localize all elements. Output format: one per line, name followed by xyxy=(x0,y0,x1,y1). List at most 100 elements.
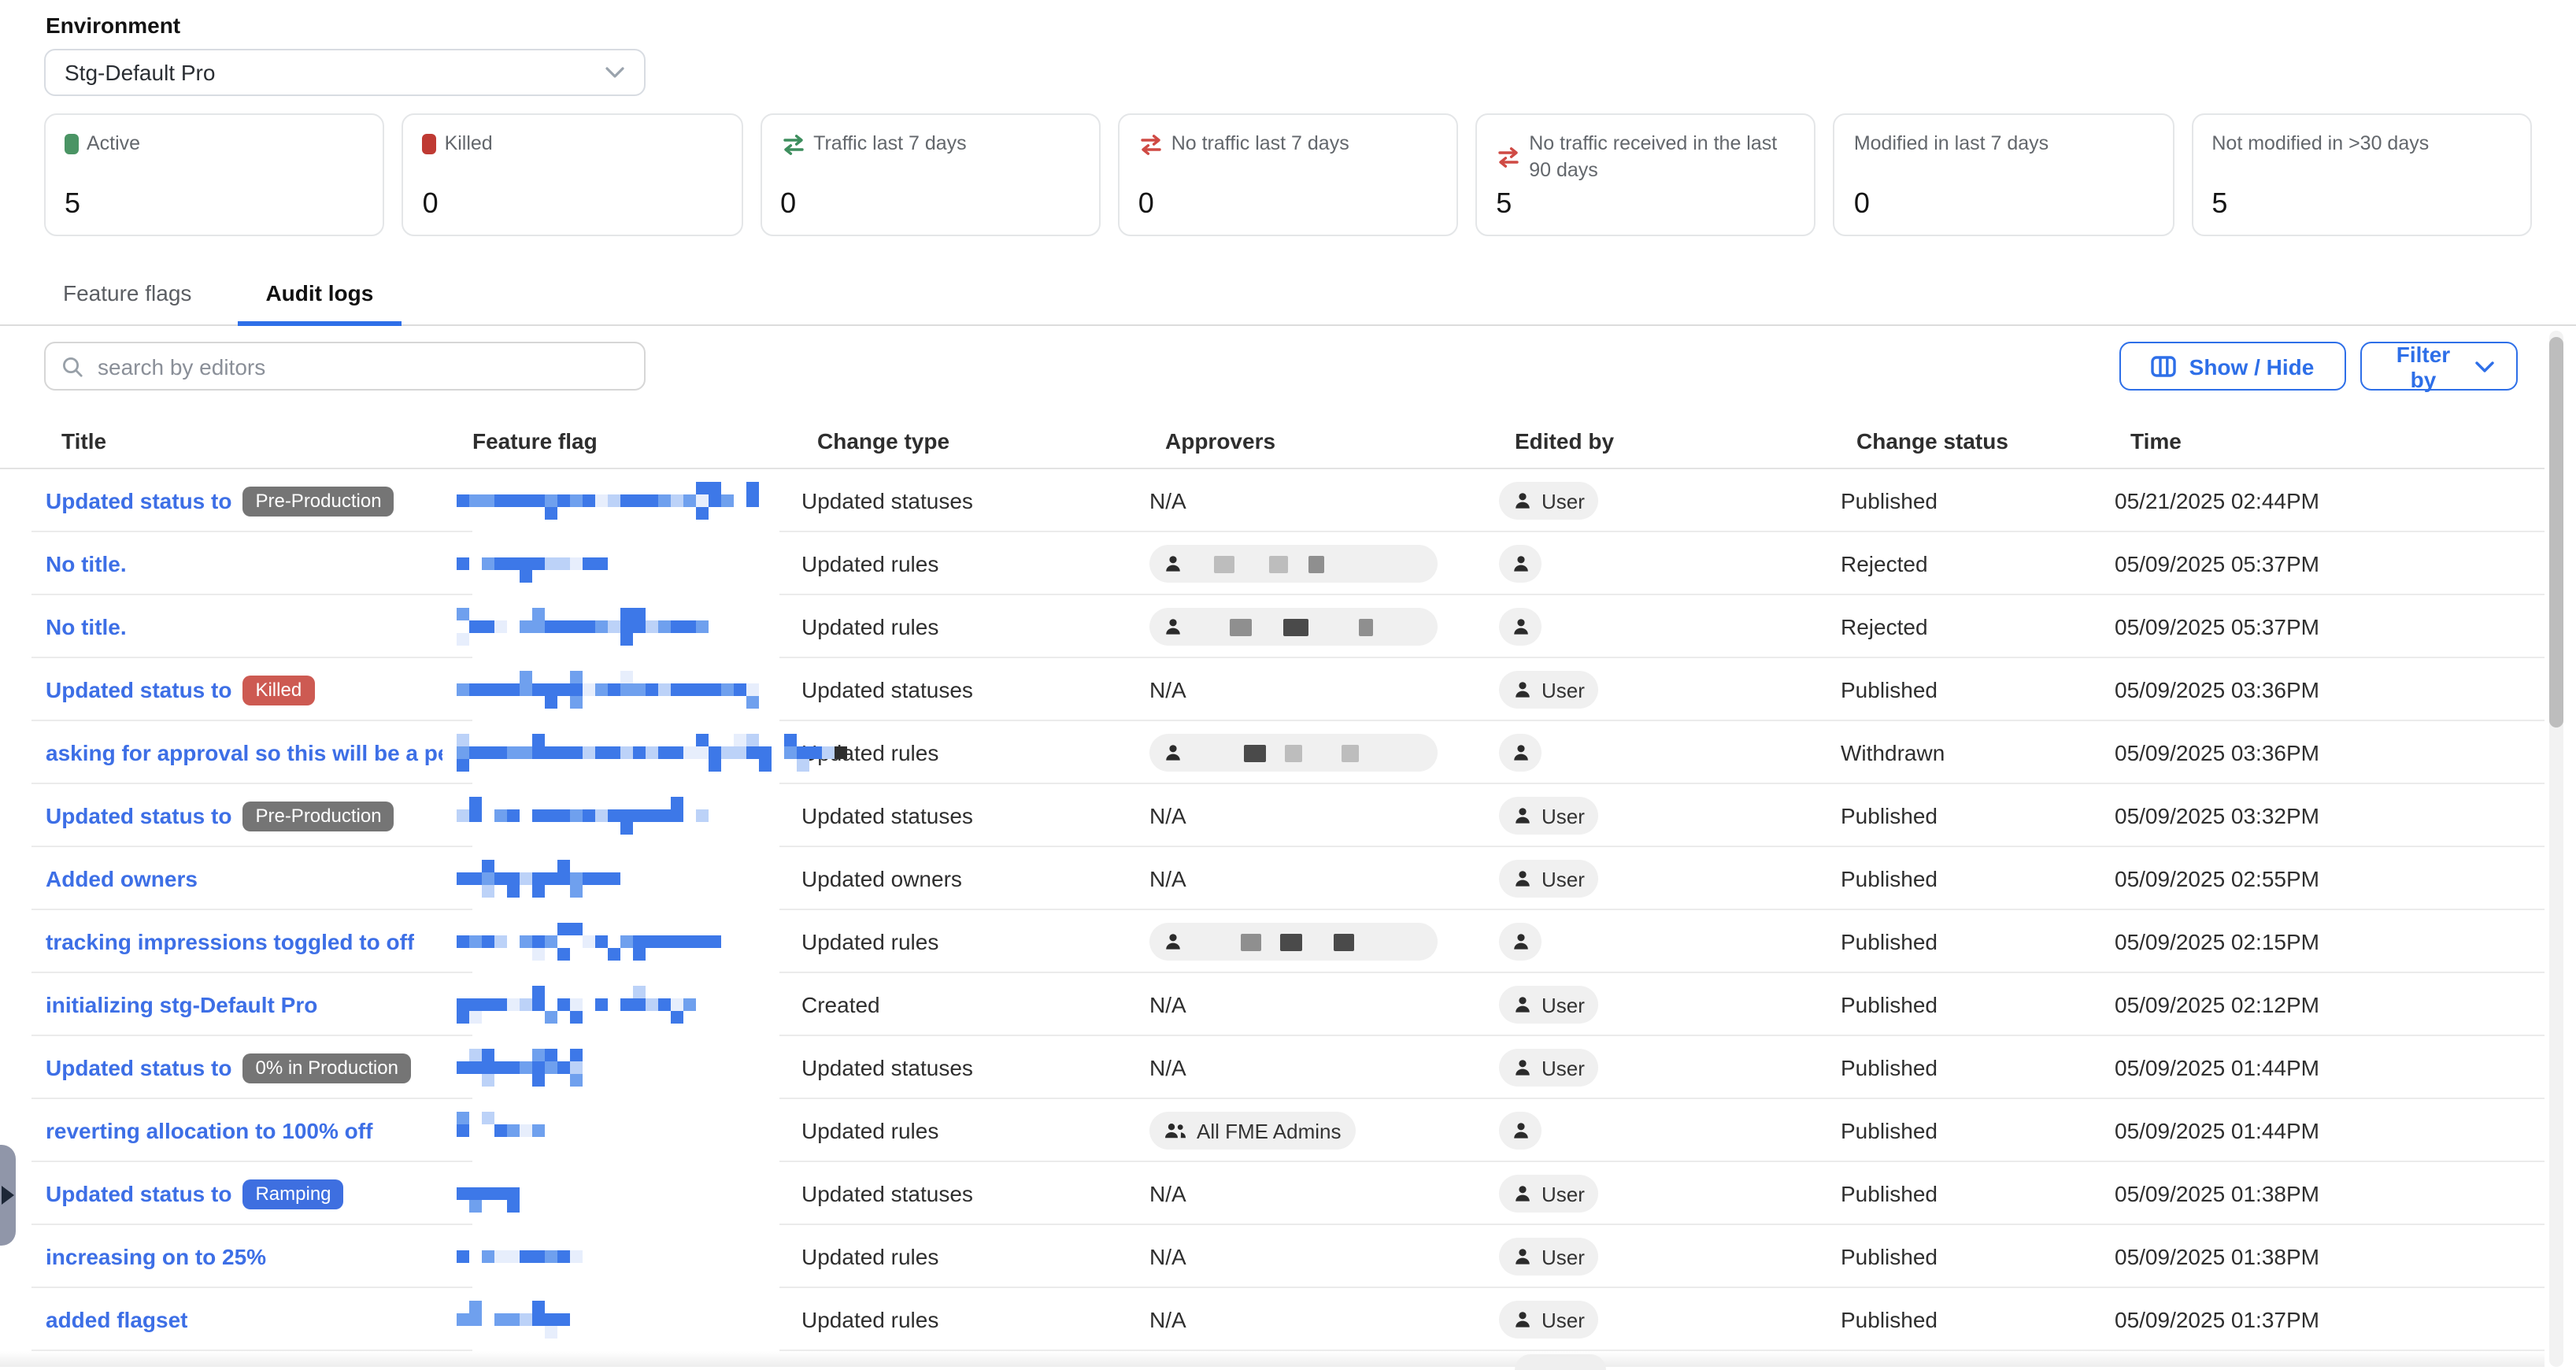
status-badge: Pre-Production xyxy=(242,801,394,831)
time: 05/09/2025 02:15PM xyxy=(2115,929,2545,954)
title-link[interactable]: Added owners xyxy=(46,866,198,891)
feature-flag-cell xyxy=(457,795,801,836)
title-link[interactable]: Updated status to xyxy=(46,1055,231,1080)
approvers-cell xyxy=(1149,545,1499,583)
edited-by-label: User xyxy=(1542,678,1585,702)
feature-flag-cell xyxy=(457,669,801,710)
feature-flag-redacted xyxy=(457,1299,570,1340)
title-link[interactable]: increasing on to 25% xyxy=(46,1244,266,1269)
title-link[interactable]: No title. xyxy=(46,551,127,576)
title-link[interactable]: asking for approval so this will be a pe xyxy=(46,740,442,765)
show-hide-button[interactable]: Show / Hide xyxy=(2119,342,2346,391)
title-cell: reverting allocation to 100% off xyxy=(30,1118,457,1143)
approvers-na: N/A xyxy=(1149,1181,1186,1206)
title-cell: added flagset xyxy=(30,1307,457,1332)
columns-icon xyxy=(2152,354,2177,378)
approvers-cell: N/A xyxy=(1149,866,1499,891)
feature-flag-redacted xyxy=(457,1173,532,1214)
stat-label-row: Modified in last 7 days xyxy=(1854,131,2160,157)
title-link[interactable]: Updated status to xyxy=(46,677,231,702)
approvers-cell: N/A xyxy=(1149,803,1499,828)
approvers-redacted-pill xyxy=(1149,608,1438,646)
tab-feature-flags[interactable]: Feature flags xyxy=(35,261,220,324)
feature-flag-redacted xyxy=(457,921,721,962)
title-link[interactable]: reverting allocation to 100% off xyxy=(46,1118,372,1143)
approvers-group-pill: All FME Admins xyxy=(1149,1112,1356,1150)
status-badge: Pre-Production xyxy=(242,486,394,516)
feature-flag-cell xyxy=(457,480,801,521)
title-cell: increasing on to 25% xyxy=(30,1244,457,1269)
stat-card: Killed0 xyxy=(402,113,743,236)
change-type: Updated statuses xyxy=(801,1055,1149,1080)
group-icon xyxy=(1164,1121,1187,1140)
bottom-fade xyxy=(0,1351,2545,1367)
stat-label-row: No traffic last 7 days xyxy=(1138,131,1445,157)
feature-flag-cell xyxy=(457,543,801,584)
title-cell: Updated status to Pre-Production xyxy=(30,801,457,831)
edited-by-label: User xyxy=(1542,867,1585,890)
change-status: Published xyxy=(1841,992,2115,1017)
column-header-change-status: Change status xyxy=(1856,428,2130,453)
filter-by-button[interactable]: Filter by xyxy=(2360,342,2518,391)
title-link[interactable]: Updated status to xyxy=(46,1181,231,1206)
approvers-na: N/A xyxy=(1149,488,1186,513)
stat-card: No traffic received in the last 90 days5 xyxy=(1475,113,1816,236)
table-row: asking for approval so this will be a pe… xyxy=(0,721,2545,784)
tabs: Feature flags Audit logs xyxy=(0,261,2576,326)
change-status: Withdrawn xyxy=(1841,740,2115,765)
feature-flag-redacted xyxy=(457,543,606,584)
edited-by-cell: User xyxy=(1499,986,1841,1024)
approvers-na: N/A xyxy=(1149,1244,1186,1269)
feature-flag-cell xyxy=(457,606,801,647)
person-icon xyxy=(1511,743,1530,762)
redacted-block xyxy=(1244,744,1266,761)
change-type: Updated statuses xyxy=(801,803,1149,828)
approvers-cell xyxy=(1149,734,1499,772)
environment-select[interactable]: Stg-Default Pro xyxy=(44,49,646,96)
title-cell: No title. xyxy=(30,551,457,576)
sidebar-expand-handle[interactable] xyxy=(0,1145,16,1246)
title-link[interactable]: Updated status to xyxy=(46,488,231,513)
change-type: Updated owners xyxy=(801,866,1149,891)
title-link[interactable]: No title. xyxy=(46,614,127,639)
edited-by-cell: User xyxy=(1499,1175,1841,1213)
change-type: Created xyxy=(801,992,1149,1017)
title-link[interactable]: added flagset xyxy=(46,1307,188,1332)
title-link[interactable]: Updated status to xyxy=(46,803,231,828)
title-link[interactable]: tracking impressions toggled to off xyxy=(46,929,414,954)
edited-by-cell: User xyxy=(1499,797,1841,835)
column-header-title: Title xyxy=(46,428,472,453)
approvers-cell xyxy=(1149,923,1499,961)
edited-by-pill xyxy=(1499,608,1542,646)
tab-audit-logs[interactable]: Audit logs xyxy=(237,261,402,324)
time: 05/09/2025 02:12PM xyxy=(2115,992,2545,1017)
stat-card: Active5 xyxy=(44,113,385,236)
edited-by-pill: User xyxy=(1499,1238,1599,1276)
edited-by-cell: User xyxy=(1499,860,1841,898)
title-link[interactable]: initializing stg-Default Pro xyxy=(46,992,317,1017)
time: 05/09/2025 03:36PM xyxy=(2115,740,2545,765)
feature-flag-cell xyxy=(457,1173,801,1214)
change-type: Updated rules xyxy=(801,740,1149,765)
person-icon xyxy=(1513,1058,1532,1077)
approvers-cell: N/A xyxy=(1149,1244,1499,1269)
redacted-block xyxy=(1285,744,1302,761)
search-input[interactable] xyxy=(94,352,628,380)
person-icon xyxy=(1513,995,1532,1014)
edited-by-cell: User xyxy=(1499,1238,1841,1276)
approvers-cell: N/A xyxy=(1149,1181,1499,1206)
traffic-arrows-red-icon xyxy=(1496,146,1521,168)
stat-label: Traffic last 7 days xyxy=(813,131,1086,157)
traffic-arrows-red-icon xyxy=(1138,133,1164,155)
edited-by-pill: User xyxy=(1499,1301,1599,1339)
stat-label-row: Traffic last 7 days xyxy=(780,131,1086,157)
column-header-feature-flag: Feature flag xyxy=(472,428,817,453)
table-row: reverting allocation to 100% offUpdated … xyxy=(0,1099,2545,1162)
time: 05/09/2025 03:36PM xyxy=(2115,677,2545,702)
person-icon xyxy=(1511,617,1530,636)
approvers-na: N/A xyxy=(1149,1307,1186,1332)
approvers-cell: N/A xyxy=(1149,1307,1499,1332)
time: 05/09/2025 05:37PM xyxy=(2115,551,2545,576)
scrollbar-thumb[interactable] xyxy=(2549,337,2563,728)
edited-by-label: User xyxy=(1542,993,1585,1016)
